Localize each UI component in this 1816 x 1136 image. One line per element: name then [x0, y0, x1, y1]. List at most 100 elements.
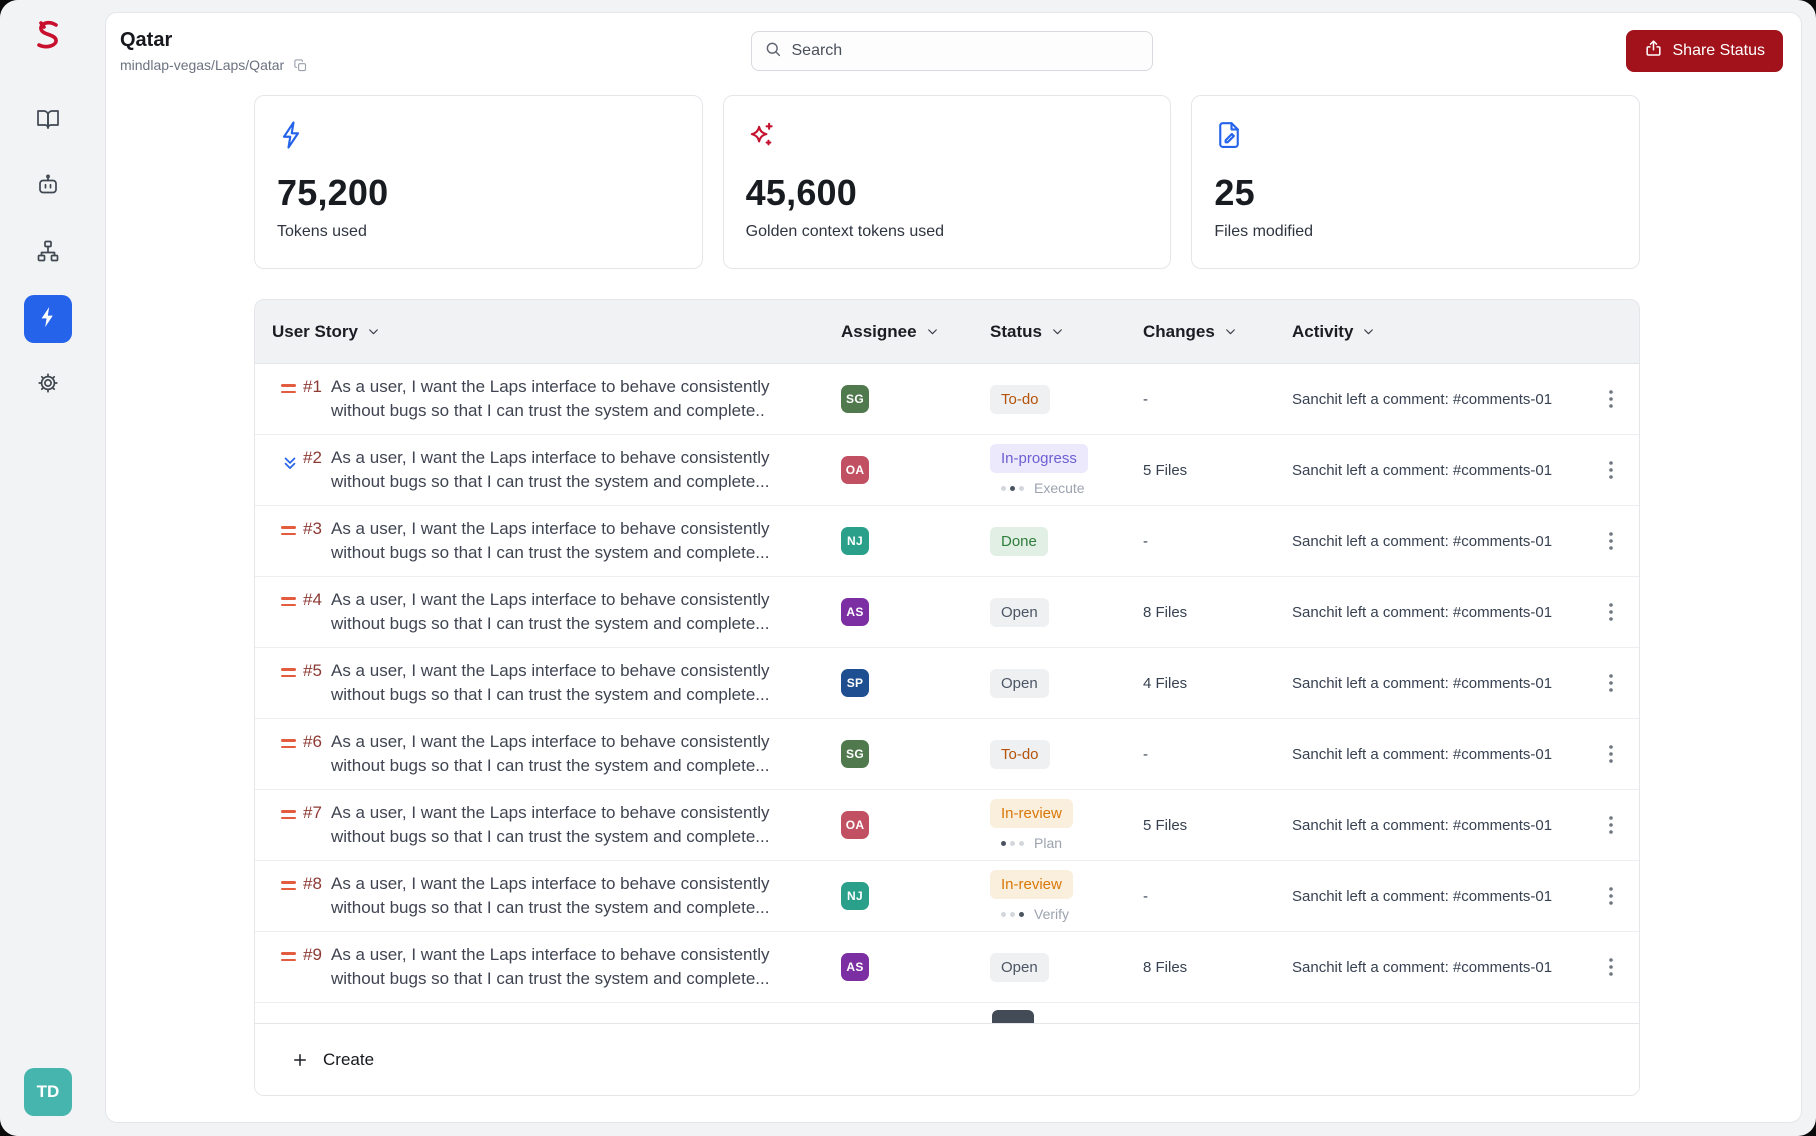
drag-handle-icon[interactable]	[281, 952, 303, 961]
status-badge[interactable]: To-do	[990, 739, 1050, 769]
changes-cell: 5 Files	[1143, 461, 1188, 479]
stage-indicator: Plan	[990, 835, 1062, 851]
status-badge[interactable]: In-review	[990, 870, 1073, 899]
nav-runs-button[interactable]	[24, 295, 72, 343]
changes-cell: -	[1143, 532, 1148, 550]
story-text: As a user, I want the Laps interface to …	[331, 661, 770, 704]
drag-handle-icon[interactable]	[281, 881, 303, 890]
table-row: #6 As a user, I want the Laps interface …	[255, 719, 1639, 790]
status-badge[interactable]: Open	[990, 597, 1049, 627]
activity-cell: Sanchit left a comment: #comments-01	[1292, 887, 1553, 905]
share-status-button[interactable]: Share Status	[1625, 30, 1783, 72]
assignee-avatar: AS	[841, 953, 869, 981]
kebab-menu-icon[interactable]	[1597, 811, 1625, 839]
status-badge[interactable]: In-progress	[990, 444, 1088, 473]
story-text: As a user, I want the Laps interface to …	[331, 874, 770, 917]
drag-handle-icon[interactable]	[281, 739, 303, 748]
drag-handle-icon[interactable]	[281, 668, 303, 677]
story-id: #6	[303, 732, 322, 751]
nav-docs-button[interactable]	[24, 97, 72, 145]
activity-cell: Sanchit left a comment: #comments-01	[1292, 603, 1553, 621]
assignee-cell: SG	[841, 740, 990, 768]
changes-cell: -	[1143, 745, 1148, 763]
drag-handle-icon[interactable]	[281, 597, 303, 606]
user-story-cell: #6 As a user, I want the Laps interface …	[303, 719, 841, 789]
nav-workflow-button[interactable]	[24, 229, 72, 277]
kebab-menu-icon[interactable]	[1597, 882, 1625, 910]
chevron-down-icon	[1362, 325, 1375, 338]
nav-bot-button[interactable]	[24, 163, 72, 211]
kebab-menu-icon[interactable]	[1597, 953, 1625, 981]
drag-handle-icon[interactable]	[281, 526, 303, 535]
tokens-used-card: 75,200 Tokens used	[254, 95, 703, 269]
status-badge[interactable]: In-review	[990, 799, 1073, 828]
copy-icon[interactable]	[293, 58, 308, 73]
column-header-assignee[interactable]: Assignee	[841, 322, 990, 342]
stage-label: Verify	[1034, 906, 1070, 922]
assignee-avatar: OA	[841, 456, 869, 484]
table-row: #7 As a user, I want the Laps interface …	[255, 790, 1639, 861]
share-icon	[1644, 39, 1663, 63]
content-area: 75,200 Tokens used 45,600 Golden context…	[106, 85, 1801, 1122]
lightning-icon	[277, 121, 307, 154]
chevron-down-icon	[1051, 325, 1064, 338]
search-input[interactable]	[791, 42, 1140, 60]
chevron-down-icon	[926, 325, 939, 338]
assignee-cell: OA	[841, 456, 990, 484]
column-header-user-story[interactable]: User Story	[255, 322, 841, 342]
nav-settings-button[interactable]	[24, 361, 72, 409]
status-badge[interactable]: Open	[990, 668, 1049, 698]
drag-handle-icon[interactable]	[281, 384, 303, 393]
stat-label: Golden context tokens used	[745, 223, 945, 240]
user-story-cell: #8 As a user, I want the Laps interface …	[303, 861, 841, 931]
assignee-avatar: SG	[841, 740, 869, 768]
clipped-status-badge	[992, 1010, 1034, 1023]
kebab-menu-icon[interactable]	[1597, 598, 1625, 626]
assignee-cell: AS	[841, 953, 990, 981]
title-block: Qatar mindlap-vegas/Laps/Qatar	[120, 29, 751, 73]
table-header: User Story Assignee Status Changes Activ…	[255, 300, 1639, 364]
column-header-status[interactable]: Status	[990, 322, 1143, 342]
status-badge[interactable]: Open	[990, 952, 1049, 982]
table-row: #3 As a user, I want the Laps interface …	[255, 506, 1639, 577]
kebab-menu-icon[interactable]	[1597, 385, 1625, 413]
status-cell: In-review Verify	[990, 870, 1143, 922]
stat-label: Files modified	[1214, 223, 1314, 240]
kebab-menu-icon[interactable]	[1597, 456, 1625, 484]
book-icon	[36, 107, 60, 136]
stage-label: Execute	[1034, 480, 1085, 496]
assignee-cell: SP	[841, 669, 990, 697]
status-badge[interactable]: To-do	[990, 384, 1050, 414]
file-edit-icon	[1214, 122, 1244, 154]
kebab-menu-icon[interactable]	[1597, 740, 1625, 768]
activity-cell: Sanchit left a comment: #comments-01	[1292, 532, 1553, 550]
changes-cell: -	[1143, 887, 1148, 905]
story-id: #5	[303, 661, 322, 680]
sparkles-icon	[746, 122, 776, 154]
story-text: As a user, I want the Laps interface to …	[331, 590, 770, 633]
story-text: As a user, I want the Laps interface to …	[331, 803, 770, 846]
files-modified-card: 25 Files modified	[1191, 95, 1641, 269]
activity-cell: Sanchit left a comment: #comments-01	[1292, 958, 1553, 976]
column-header-activity[interactable]: Activity	[1292, 322, 1583, 342]
kebab-menu-icon[interactable]	[1597, 527, 1625, 555]
user-avatar[interactable]: TD	[24, 1068, 72, 1116]
drag-handle-icon[interactable]	[281, 810, 303, 819]
changes-cell: 8 Files	[1143, 603, 1188, 621]
assignee-avatar: SG	[841, 385, 869, 413]
search-icon	[764, 40, 782, 63]
stage-dot	[1019, 911, 1024, 917]
create-label: Create	[323, 1049, 375, 1069]
sidebar: TD	[0, 0, 96, 1136]
top-bar: Qatar mindlap-vegas/Laps/Qatar Search Sh…	[106, 13, 1801, 85]
column-header-changes[interactable]: Changes	[1143, 322, 1292, 342]
expand-chevrons-icon[interactable]	[281, 457, 299, 477]
assignee-avatar: NJ	[841, 527, 869, 555]
status-badge[interactable]: Done	[990, 526, 1048, 556]
table-row: #2 As a user, I want the Laps interface …	[255, 435, 1639, 506]
sidebar-nav	[24, 97, 72, 409]
user-story-cell: #5 As a user, I want the Laps interface …	[303, 648, 841, 718]
create-row-button[interactable]: Create	[255, 1023, 1639, 1095]
table-row: #4 As a user, I want the Laps interface …	[255, 577, 1639, 648]
kebab-menu-icon[interactable]	[1597, 669, 1625, 697]
